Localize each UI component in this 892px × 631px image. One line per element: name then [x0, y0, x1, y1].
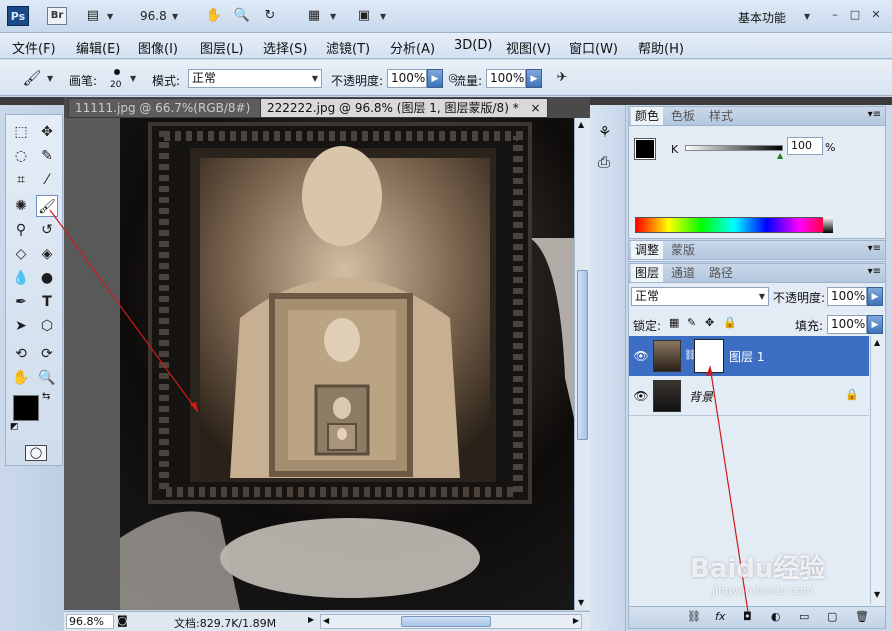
annotation-arrow-line: [49, 209, 199, 413]
watermark-logo: Baidu经验: [690, 554, 826, 584]
watermark-url: jingyan.baidu.com: [712, 584, 814, 597]
annotation-overlay: [49, 209, 749, 613]
annotation-arrowhead: [706, 366, 713, 376]
